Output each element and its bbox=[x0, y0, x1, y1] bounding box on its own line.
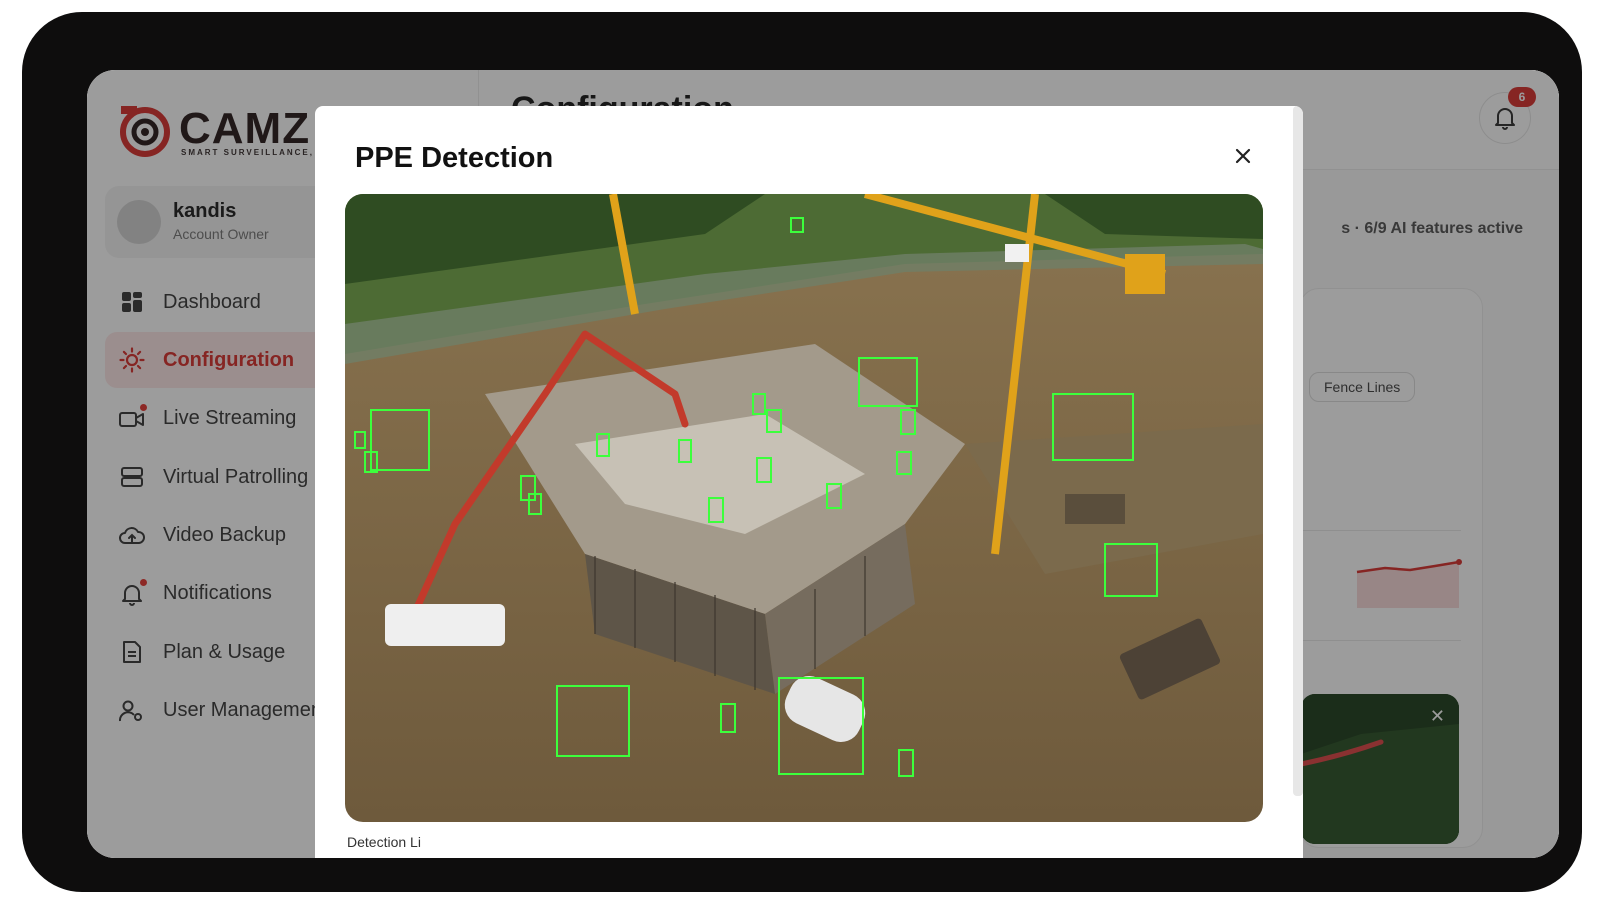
app-screen: CAMZ SMART SURVEILLANCE, S kandis Accoun… bbox=[87, 70, 1559, 858]
close-icon bbox=[1235, 148, 1251, 164]
modal-title: PPE Detection bbox=[355, 142, 554, 174]
detection-lines-heading: Detection Li bbox=[347, 834, 421, 850]
device-frame: CAMZ SMART SURVEILLANCE, S kandis Accoun… bbox=[22, 12, 1582, 892]
ppe-detection-modal: PPE Detection Detection Li bbox=[315, 106, 1303, 858]
modal-scrollbar[interactable] bbox=[1293, 106, 1303, 796]
ppe-detection-image bbox=[345, 194, 1263, 822]
modal-close-button[interactable] bbox=[1229, 142, 1257, 170]
